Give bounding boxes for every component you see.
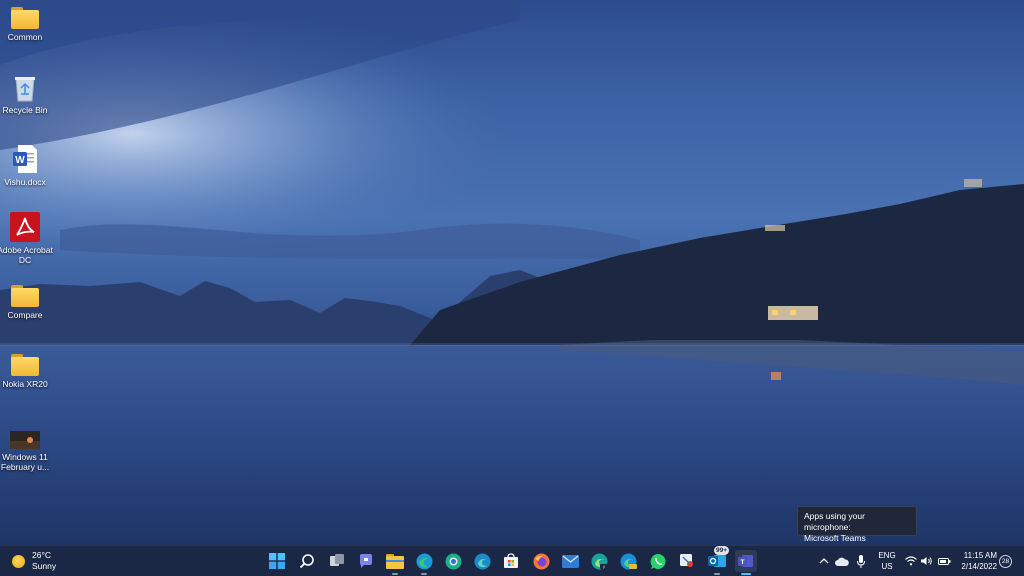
show-hidden-icons-button[interactable]	[817, 550, 831, 572]
search-button[interactable]	[296, 550, 318, 572]
desktop-icon-adobe-acrobat[interactable]: Adobe Acrobat DC	[0, 212, 53, 265]
edge-icon	[416, 553, 432, 569]
recycle-bin-icon	[15, 77, 35, 102]
start-button[interactable]	[266, 550, 288, 572]
whatsapp-button[interactable]	[647, 550, 669, 572]
notification-center-button[interactable]: 28	[999, 555, 1012, 568]
edge-dev-button[interactable]	[471, 550, 493, 572]
volume-button[interactable]	[920, 550, 934, 572]
weather-widget[interactable]: 26°C Sunny	[12, 550, 56, 572]
desktop-icon-label: Adobe Acrobat DC	[0, 245, 53, 265]
task-view-icon	[330, 554, 344, 566]
microphone-in-use-button[interactable]	[853, 550, 869, 572]
edge-beta-icon: β	[591, 553, 608, 569]
browser-icon	[445, 553, 461, 569]
weather-condition: Sunny	[32, 561, 57, 571]
speaker-icon	[921, 557, 932, 565]
edge-canary-button[interactable]	[617, 550, 639, 572]
edge-dev-icon	[474, 553, 490, 569]
file-explorer-button[interactable]	[384, 550, 406, 575]
tooltip-line-2: Microsoft Teams	[804, 533, 866, 543]
region-code: US	[881, 562, 893, 571]
store-button[interactable]	[500, 550, 522, 572]
clock-time: 11:15 AM	[963, 551, 997, 560]
desktop-icon-common[interactable]: Common	[0, 7, 50, 42]
desktop-icon-label: Nokia XR20	[2, 379, 48, 389]
battery-charging-icon	[937, 557, 950, 565]
desktop-icon-label: Common	[7, 32, 43, 42]
desktop-wallpaper	[0, 0, 1024, 545]
svg-text:W: W	[15, 155, 25, 166]
firefox-icon	[533, 553, 549, 569]
snipping-tool-button[interactable]	[676, 550, 698, 572]
store-icon	[504, 553, 518, 568]
folder-icon	[386, 553, 404, 569]
svg-text:T: T	[741, 559, 745, 566]
tooltip-line-1: Apps using your microphone:	[804, 511, 865, 532]
teams-button[interactable]: T	[735, 550, 757, 575]
language-code: ENG	[878, 551, 896, 560]
desktop-icon-label: Recycle Bin	[2, 105, 48, 115]
desktop-icon-recycle-bin[interactable]: Recycle Bin	[0, 74, 50, 115]
mail-button[interactable]	[559, 550, 581, 572]
cloud-icon	[835, 557, 849, 566]
firefox-button[interactable]	[530, 550, 552, 572]
image-thumbnail-icon	[10, 431, 40, 449]
folder-icon	[11, 354, 39, 376]
desktop-icon-nokia-xr20[interactable]: Nokia XR20	[0, 354, 50, 389]
battery-button[interactable]	[936, 550, 952, 572]
browser-button[interactable]	[442, 550, 464, 572]
search-icon	[299, 554, 314, 569]
edge-beta-button[interactable]: β	[588, 550, 610, 572]
clock-date: 2/14/2022	[961, 562, 997, 571]
running-indicator	[714, 573, 720, 575]
edge-canary-icon	[620, 553, 637, 569]
running-indicator	[421, 573, 427, 575]
desktop-icon-word-doc[interactable]: W Vishu.docx	[0, 144, 50, 187]
folder-icon	[11, 285, 39, 307]
word-document-icon: W	[13, 145, 37, 173]
microphone-icon	[857, 554, 865, 568]
taskbar: 26°C Sunny β 99+ T ENG US 11:15 AM 2/14/…	[0, 545, 1024, 576]
task-view-button[interactable]	[326, 550, 348, 572]
mail-icon	[561, 554, 579, 568]
teams-chat-icon	[360, 554, 372, 568]
outlook-icon	[708, 555, 726, 567]
input-language-button[interactable]: ENG US	[878, 550, 896, 572]
desktop-icon-label: Windows 11 February u...	[0, 452, 50, 472]
adobe-acrobat-icon	[10, 212, 40, 242]
onedrive-button[interactable]	[834, 550, 850, 572]
windows-start-icon	[269, 553, 285, 569]
snipping-tool-icon	[680, 554, 693, 567]
desktop-icon-label: Compare	[7, 310, 43, 320]
chat-button[interactable]	[355, 550, 377, 572]
wifi-icon	[905, 556, 917, 566]
desktop-icon-label: Vishu.docx	[4, 177, 46, 187]
outlook-button[interactable]: 99+	[706, 546, 730, 575]
sun-icon	[12, 554, 25, 568]
microphone-usage-tooltip: Apps using your microphone: Microsoft Te…	[797, 506, 917, 543]
weather-temperature: 26°C	[32, 550, 51, 560]
clock-button[interactable]: 11:15 AM 2/14/2022	[955, 550, 997, 572]
teams-icon: T	[738, 555, 753, 567]
folder-icon	[11, 7, 39, 29]
outlook-unread-badge: 99+	[714, 546, 730, 555]
desktop-icon-windows-11-image[interactable]: Windows 11 February u...	[0, 431, 50, 472]
running-indicator	[392, 573, 398, 575]
edge-button[interactable]	[413, 550, 435, 575]
network-button[interactable]	[904, 550, 918, 572]
desktop-icon-compare[interactable]: Compare	[0, 285, 50, 320]
whatsapp-icon	[650, 553, 666, 569]
chevron-up-icon	[819, 558, 829, 564]
active-indicator	[741, 573, 751, 575]
